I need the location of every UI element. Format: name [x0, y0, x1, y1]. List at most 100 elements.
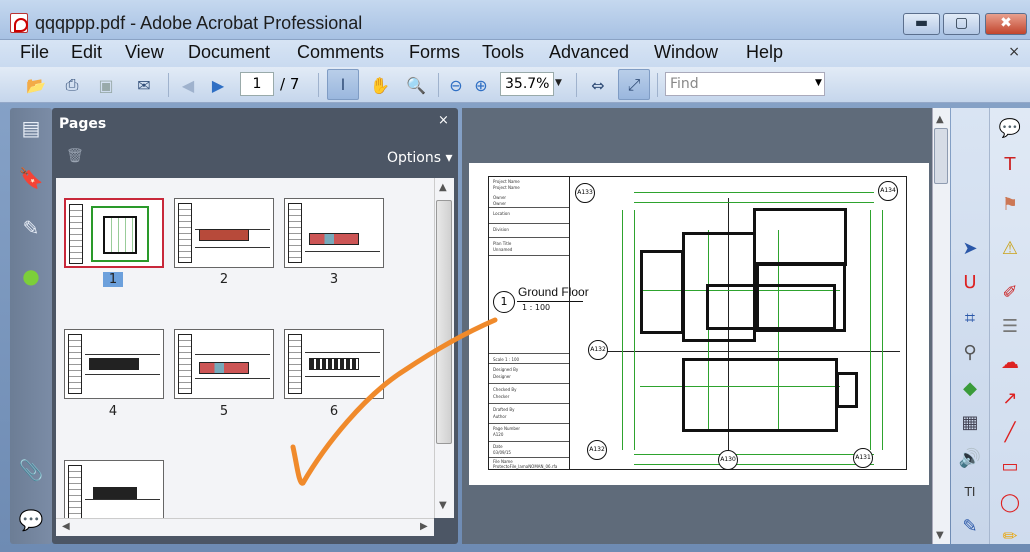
page-thumbnail[interactable]	[174, 329, 274, 399]
text-edit-icon[interactable]: T	[998, 152, 1022, 176]
grid-marker: A133	[575, 183, 595, 203]
attachments-icon[interactable]: 📎	[19, 458, 44, 482]
menu-tools[interactable]: Tools	[482, 42, 524, 63]
menu-view[interactable]: View	[125, 42, 164, 63]
plan-room	[640, 250, 684, 334]
zoom-input[interactable]: 35.7%	[500, 72, 554, 96]
scroll-up-icon[interactable]: ▲	[439, 182, 447, 193]
folder-open-icon[interactable]: 📂	[24, 73, 48, 97]
options-menu-button[interactable]: Options ▾	[387, 150, 453, 166]
page-thumbnail-label: 5	[219, 404, 229, 419]
grid-marker: A130	[718, 450, 738, 470]
maximize-button[interactable]: ▢	[943, 13, 980, 35]
thumbnails-horizontal-scrollbar[interactable]	[56, 518, 434, 536]
menu-comments[interactable]: Comments	[297, 42, 384, 63]
menu-help[interactable]: Help	[746, 42, 783, 63]
help-icon[interactable]: ●	[20, 264, 42, 288]
find-input[interactable]: Find	[665, 72, 825, 96]
fit-width-icon[interactable]: ⇔	[586, 73, 610, 97]
page-thumbnail[interactable]	[284, 329, 384, 399]
shapes-3d-icon[interactable]: ◆	[958, 376, 982, 400]
menu-advanced[interactable]: Advanced	[549, 42, 629, 63]
email-icon[interactable]: ✉	[132, 73, 156, 97]
oval-tool-icon[interactable]: ◯	[998, 490, 1022, 514]
trash-icon[interactable]: 🗑	[66, 148, 84, 164]
menu-window[interactable]: Window	[654, 42, 718, 63]
bookmarks-icon[interactable]: 🔖	[19, 166, 44, 190]
scrollbar-thumb[interactable]	[934, 128, 948, 184]
window-title: qqqppp.pdf - Adobe Acrobat Professional	[35, 13, 363, 33]
close-button[interactable]: ✖	[985, 13, 1027, 35]
film-icon[interactable]: ▦	[958, 410, 982, 434]
dimension-line	[634, 210, 635, 450]
callout-icon[interactable]: ⚠	[998, 236, 1022, 260]
highlight-icon[interactable]: U	[958, 270, 982, 294]
view-number: 1	[493, 291, 515, 313]
page-thumbnail[interactable]	[284, 198, 384, 268]
arrow-right-icon[interactable]: ▶	[206, 73, 230, 97]
scroll-left-icon[interactable]: ◀	[62, 521, 70, 532]
grid-marker: A134	[878, 181, 898, 201]
toolbar-separator	[438, 73, 439, 97]
toolbar-separator	[657, 73, 658, 97]
plan-room	[753, 208, 847, 266]
cloud-icon[interactable]: ☁	[998, 350, 1022, 374]
commenting-tools-panel: 💬 T ⚑ ⚠ ✐ ☰ ☁ ↗ ╱ ▭ ◯ ✏	[989, 108, 1030, 547]
arrow-tool-icon[interactable]: ↗	[998, 386, 1022, 410]
save-icon[interactable]: ▣	[94, 73, 118, 97]
sound-icon[interactable]: 🔊	[958, 446, 982, 470]
page-thumbnail[interactable]	[174, 198, 274, 268]
arrow-left-icon[interactable]: ◀	[176, 73, 200, 97]
sticky-note-icon[interactable]: 💬	[998, 116, 1022, 140]
line-tool-icon[interactable]: ╱	[998, 420, 1022, 444]
text-box-icon[interactable]: ☰	[998, 314, 1022, 338]
signatures-icon[interactable]: ✎	[20, 216, 42, 240]
scroll-up-icon[interactable]: ▲	[936, 114, 944, 125]
page-thumbnail-label: 2	[219, 272, 229, 287]
zoom-in-icon[interactable]: ⊕	[469, 73, 493, 97]
page-thumbnail[interactable]	[64, 198, 164, 268]
chevron-down-icon[interactable]: ▼	[815, 78, 822, 88]
document-close-icon[interactable]: ×	[1008, 44, 1020, 60]
comments-icon[interactable]: 💬	[19, 508, 44, 532]
minimize-button[interactable]: ▬	[903, 13, 940, 35]
stamp-icon[interactable]: ⚑	[998, 192, 1022, 216]
pencil-box-icon[interactable]: ✐	[998, 280, 1022, 304]
hand-icon[interactable]: ✋	[368, 73, 392, 97]
title-block-text: ProtectoFile_lamaNOMAN_06.rfa	[493, 464, 558, 469]
menu-bar: File Edit View Document Comments Forms T…	[0, 40, 1030, 67]
drawing-tools-panel: ➤ U ⌗ ⚲ ◆ ▦ 🔊 TI ✎	[951, 108, 989, 544]
select-arrow-icon[interactable]: ➤	[958, 236, 982, 260]
text-field-icon[interactable]: TI	[958, 480, 982, 504]
touchup-icon[interactable]: ✎	[958, 514, 982, 538]
menu-edit[interactable]: Edit	[71, 42, 102, 63]
rectangle-tool-icon[interactable]: ▭	[998, 454, 1022, 478]
menu-file[interactable]: File	[20, 42, 49, 63]
toolbar-separator	[168, 73, 169, 97]
fit-page-icon[interactable]: ⤢	[618, 69, 650, 100]
zoom-icon[interactable]: 🔍	[404, 73, 428, 97]
close-icon[interactable]: ×	[438, 113, 449, 128]
chevron-down-icon[interactable]: ▼	[555, 78, 562, 88]
menu-forms[interactable]: Forms	[409, 42, 460, 63]
crop-icon[interactable]: ⌗	[958, 306, 982, 330]
menu-document[interactable]: Document	[188, 42, 270, 63]
pencil-tool-icon[interactable]: ✏	[998, 524, 1022, 548]
select-text-icon[interactable]: I	[327, 69, 359, 100]
printer-icon[interactable]: ⎙	[60, 73, 84, 97]
scroll-down-icon[interactable]: ▼	[439, 500, 447, 511]
toolbar-separator	[318, 73, 319, 97]
plan-room	[836, 372, 858, 408]
pages-icon[interactable]: ▤	[20, 116, 42, 140]
scroll-right-icon[interactable]: ▶	[420, 521, 428, 532]
title-block-text: Drafted By	[493, 407, 515, 412]
page-thumbnail[interactable]	[64, 329, 164, 399]
link-icon[interactable]: ⚲	[958, 340, 982, 364]
page-thumbnail[interactable]	[64, 460, 164, 518]
scrollbar-thumb[interactable]	[436, 200, 452, 444]
title-block-text: Scale 1 : 100	[493, 357, 520, 362]
zoom-out-icon[interactable]: ⊖	[444, 73, 468, 97]
title-block-text: Checked By	[493, 387, 517, 392]
scroll-down-icon[interactable]: ▼	[936, 530, 944, 541]
page-number-input[interactable]: 1	[240, 72, 274, 96]
